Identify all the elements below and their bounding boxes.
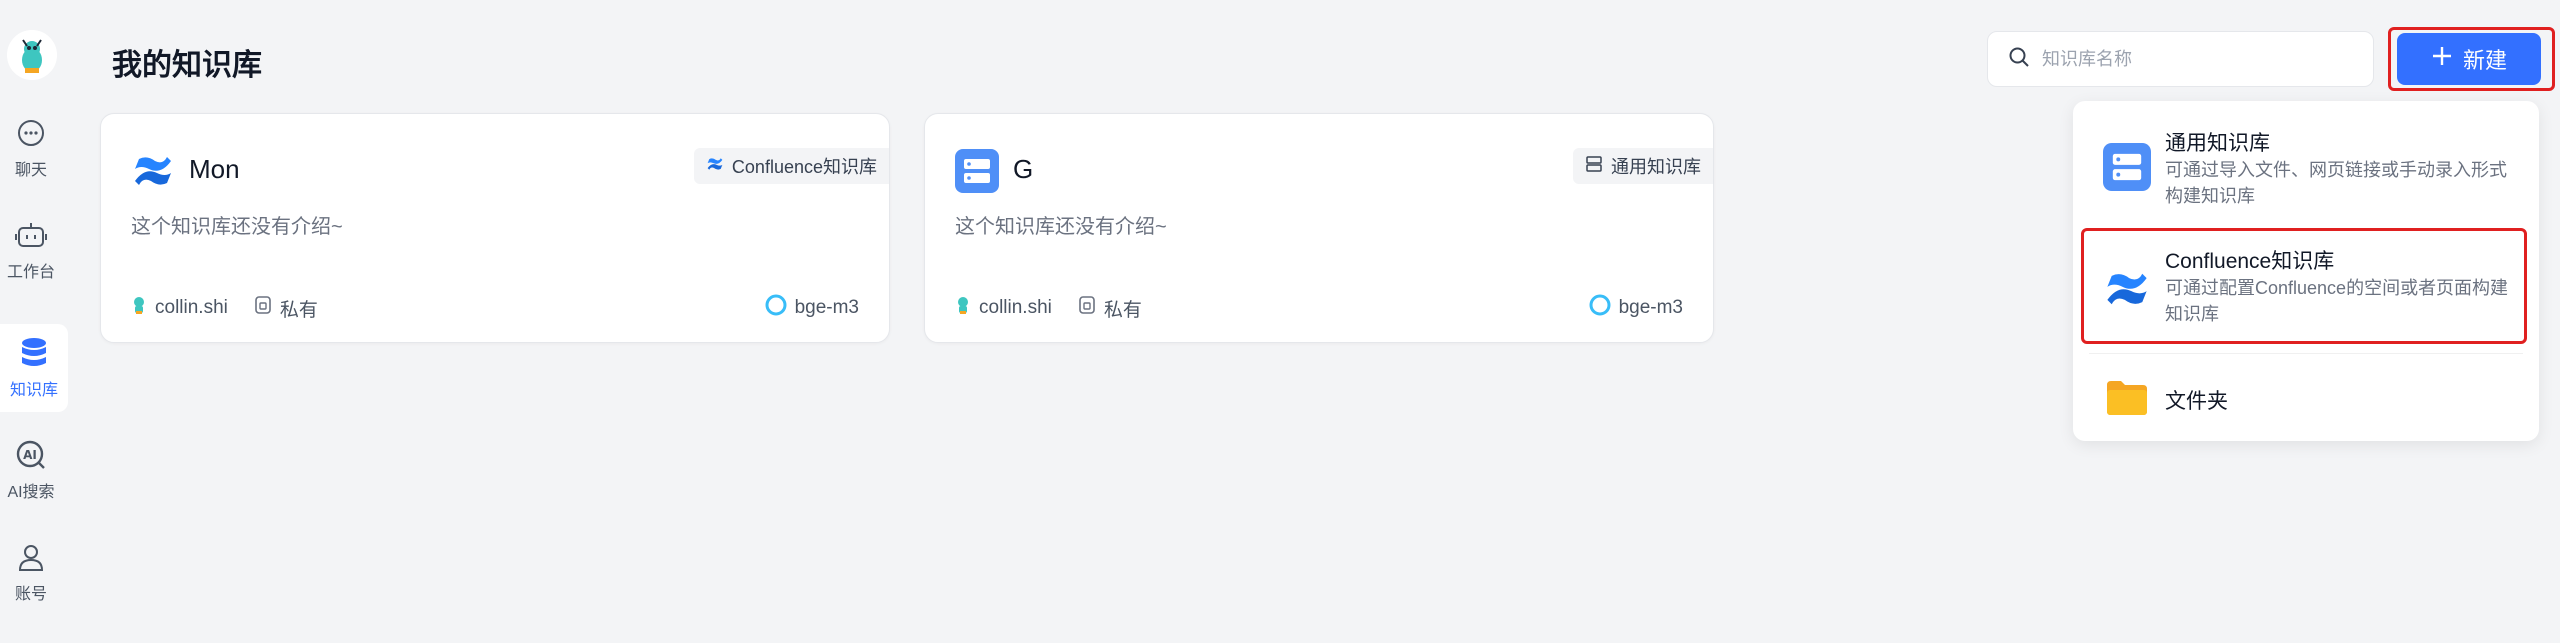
- divider: [2089, 353, 2523, 354]
- card-visibility: 私有: [254, 295, 318, 322]
- general-kb-icon: [955, 149, 999, 193]
- card-title: G: [1013, 154, 1034, 184]
- owner-avatar-icon: [131, 295, 147, 321]
- card-owner: collin.shi: [955, 295, 1052, 321]
- plus-icon: [2431, 45, 2453, 73]
- lock-icon: [1078, 295, 1096, 321]
- card-visibility: 私有: [1078, 295, 1142, 322]
- menu-item-desc: 可通过配置Confluence的空间或者页面构建知识库: [2165, 278, 2509, 324]
- card-footer: collin.shi 私有 bge-m3: [955, 294, 1683, 322]
- card-footer: collin.shi 私有 bge-m3: [131, 294, 859, 322]
- menu-item-confluence-kb[interactable]: Confluence知识库 可通过配置Confluence的空间或者页面构建知识…: [2073, 233, 2539, 343]
- card-model: bge-m3: [765, 294, 859, 322]
- confluence-icon: [2103, 265, 2151, 313]
- new-button-label: 新建: [2462, 48, 2507, 73]
- new-button[interactable]: 新建: [2397, 33, 2541, 85]
- card-model: bge-m3: [1589, 294, 1683, 322]
- lock-icon: [254, 295, 272, 321]
- card-title: Mon: [189, 154, 240, 184]
- sidebar-item-account[interactable]: 账号: [0, 528, 62, 616]
- search-box[interactable]: [1987, 31, 2374, 87]
- card-type-tag: 通用知识库: [1573, 148, 1713, 184]
- card-type-label: Confluence知识库: [731, 157, 877, 177]
- model-icon: [765, 294, 787, 322]
- menu-item-title: Confluence知识库: [2165, 250, 2335, 273]
- owner-name: collin.shi: [979, 297, 1052, 318]
- sidebar: 聊天 工作台 知识库 AI AI搜索 账号: [0, 0, 68, 643]
- model-icon: [1589, 294, 1611, 322]
- card-intro: 这个知识库还没有介绍~: [955, 216, 1167, 238]
- ai-search-icon: AI: [14, 438, 48, 472]
- knowledge-card[interactable]: Mon Confluence知识库 这个知识库还没有介绍~ collin.shi…: [100, 113, 890, 343]
- menu-item-title: 文件夹: [2165, 390, 2228, 413]
- knowledge-card[interactable]: G 通用知识库 这个知识库还没有介绍~ collin.shi 私有 bge-m3: [924, 113, 1714, 343]
- sidebar-item-workbench[interactable]: 工作台: [0, 206, 62, 294]
- card-type-tag: Confluence知识库: [693, 148, 889, 184]
- sidebar-item-chat[interactable]: 聊天: [0, 104, 62, 192]
- general-kb-icon: [2103, 143, 2151, 191]
- confluence-icon: [131, 149, 175, 193]
- menu-item-title: 通用知识库: [2165, 132, 2270, 155]
- menu-item-desc: 可通过导入文件、网页链接或手动录入形式构建知识库: [2165, 160, 2507, 206]
- database-icon: [17, 336, 51, 370]
- page-title: 我的知识库: [112, 49, 262, 82]
- sidebar-item-knowledge[interactable]: 知识库: [0, 324, 68, 412]
- new-dropdown-menu: 通用知识库 可通过导入文件、网页链接或手动录入形式构建知识库 Confluenc…: [2073, 101, 2539, 441]
- sidebar-item-label: 账号: [14, 586, 47, 603]
- svg-text:AI: AI: [23, 448, 37, 462]
- chat-icon: [14, 116, 48, 150]
- sidebar-item-label: 知识库: [9, 382, 58, 399]
- owner-avatar-icon: [955, 295, 971, 321]
- search-input[interactable]: [2042, 48, 2362, 70]
- folder-icon: [2103, 373, 2151, 421]
- owner-name: collin.shi: [155, 297, 228, 318]
- user-icon: [14, 540, 48, 574]
- sidebar-item-label: AI搜索: [7, 484, 55, 501]
- menu-item-general-kb[interactable]: 通用知识库 可通过导入文件、网页链接或手动录入形式构建知识库: [2073, 117, 2539, 227]
- robot-icon: [14, 218, 48, 252]
- sidebar-item-label: 聊天: [14, 162, 47, 179]
- server-icon: [1585, 155, 1603, 178]
- card-owner: collin.shi: [131, 295, 228, 321]
- visibility-label: 私有: [1103, 299, 1142, 321]
- card-intro: 这个知识库还没有介绍~: [131, 216, 343, 238]
- confluence-icon: [706, 155, 724, 178]
- sidebar-item-ai-search[interactable]: AI AI搜索: [0, 426, 62, 514]
- visibility-label: 私有: [279, 299, 318, 321]
- menu-item-folder[interactable]: 文件夹: [2073, 363, 2539, 433]
- model-name: bge-m3: [794, 297, 859, 318]
- card-type-label: 通用知识库: [1611, 157, 1701, 177]
- sidebar-item-label: 工作台: [6, 264, 55, 281]
- model-name: bge-m3: [1618, 297, 1683, 318]
- avatar[interactable]: [7, 30, 57, 80]
- search-icon: [2008, 46, 2030, 73]
